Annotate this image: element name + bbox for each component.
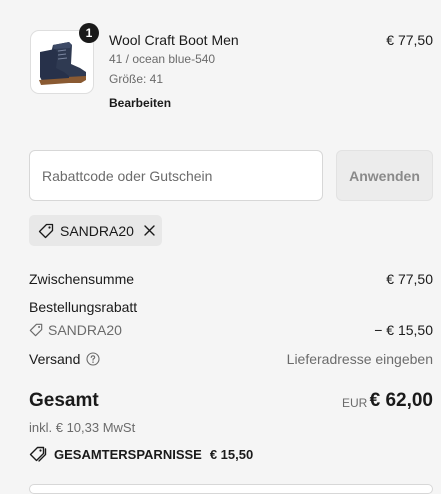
total-value: € 62,00 [369, 390, 433, 411]
savings-label: GESAMTERSPARNISSE [54, 446, 202, 462]
shipping-row: Versand [29, 351, 100, 367]
apply-discount-button[interactable]: Anwenden [336, 150, 433, 201]
savings-value: € 15,50 [209, 446, 254, 462]
shipping-value: Lieferadresse eingeben [286, 351, 433, 367]
currency-code: EUR [342, 396, 368, 410]
tags-icon [29, 446, 47, 462]
tax-note: inkl. € 10,33 MwSt [29, 420, 136, 435]
discount-code-text: SANDRA20 [48, 322, 122, 338]
total-label: Gesamt [29, 390, 99, 411]
edit-product-link[interactable]: Bearbeiten [109, 96, 171, 110]
subtotal-value: € 77,50 [386, 271, 433, 287]
tag-icon [38, 223, 54, 239]
order-discount-label: Bestellungsrabatt [29, 299, 138, 315]
product-price: € 77,50 [386, 32, 433, 48]
product-size: Größe: 41 [109, 72, 164, 86]
discount-code-input[interactable] [29, 150, 323, 201]
quantity-badge: 1 [79, 23, 99, 43]
close-icon[interactable] [143, 224, 156, 237]
discount-value: − € 15,50 [374, 322, 433, 338]
applied-discount-chip: SANDRA20 [29, 215, 162, 246]
product-name: Wool Craft Boot Men [109, 32, 239, 48]
next-section-edge [29, 484, 433, 494]
help-circle-icon[interactable] [86, 352, 100, 366]
tag-icon [29, 323, 43, 337]
subtotal-label: Zwischensumme [29, 271, 135, 287]
discount-code-row: SANDRA20 [29, 322, 122, 338]
shipping-label: Versand [29, 351, 81, 367]
applied-code-label: SANDRA20 [60, 222, 134, 239]
total-savings: GESAMTERSPARNISSE € 15,50 [29, 446, 253, 462]
product-variant: 41 / ocean blue-540 [109, 52, 216, 66]
